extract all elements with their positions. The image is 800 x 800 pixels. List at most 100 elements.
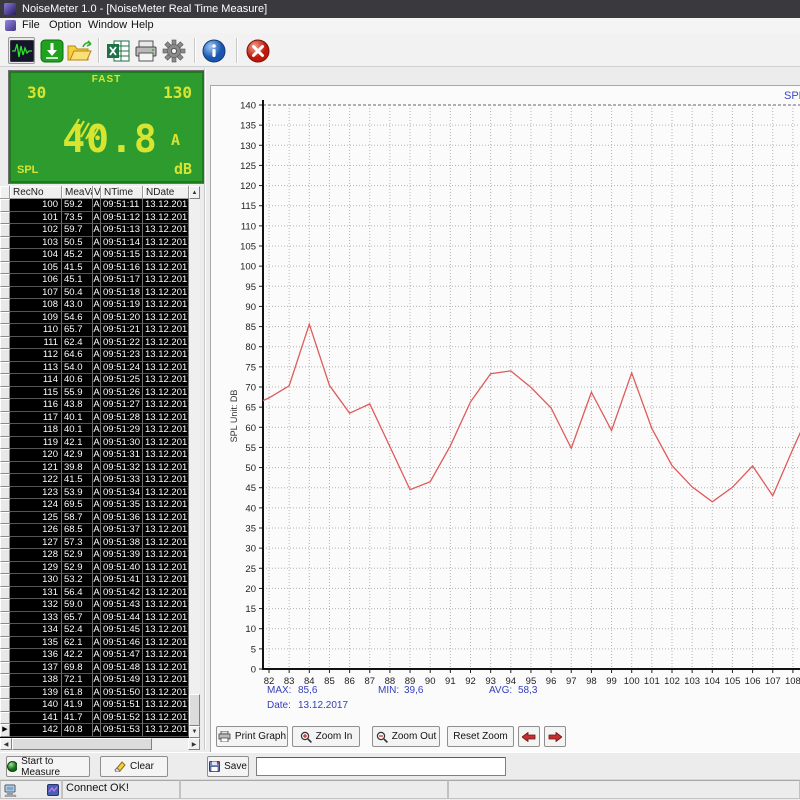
table-row[interactable]: 13562.1A09:51:4613.12.2017 xyxy=(0,637,189,650)
row-selector[interactable] xyxy=(0,474,10,487)
row-selector[interactable] xyxy=(0,699,10,712)
table-row[interactable]: 13259.0A09:51:4313.12.2017 xyxy=(0,599,189,612)
table-row[interactable]: 11162.4A09:51:2213.12.2017 xyxy=(0,337,189,350)
row-selector[interactable] xyxy=(0,562,10,575)
table-row[interactable]: 10843.0A09:51:1913.12.2017 xyxy=(0,299,189,312)
table-row[interactable]: 12952.9A09:51:4013.12.2017 xyxy=(0,562,189,575)
row-selector[interactable] xyxy=(0,487,10,500)
row-selector[interactable] xyxy=(0,599,10,612)
scroll-right-icon[interactable]: ▶ xyxy=(188,738,200,750)
table-row[interactable]: 12757.3A09:51:3813.12.2017 xyxy=(0,537,189,550)
table-row[interactable]: 10750.4A09:51:1813.12.2017 xyxy=(0,287,189,300)
open-file-button[interactable] xyxy=(66,37,93,64)
table-row[interactable]: 10541.5A09:51:1613.12.2017 xyxy=(0,262,189,275)
measure-wave-button[interactable] xyxy=(8,37,35,64)
vertical-scroll-thumb[interactable] xyxy=(189,694,200,726)
header-ndate[interactable]: NDate xyxy=(143,186,189,199)
zoom-in-button[interactable]: Zoom In xyxy=(292,726,360,747)
row-selector[interactable] xyxy=(0,687,10,700)
table-row[interactable]: 10645.1A09:51:1713.12.2017 xyxy=(0,274,189,287)
scroll-left-icon[interactable]: ◀ xyxy=(0,738,12,750)
table-row[interactable]: 12042.9A09:51:3113.12.2017 xyxy=(0,449,189,462)
start-measure-button[interactable]: Start to Measure xyxy=(6,756,90,777)
header-ntime[interactable]: NTime xyxy=(101,186,143,199)
table-row[interactable]: 13872.1A09:51:4913.12.2017 xyxy=(0,674,189,687)
table-row[interactable]: 10350.5A09:51:1413.12.2017 xyxy=(0,237,189,250)
row-selector[interactable] xyxy=(0,437,10,450)
pan-right-button[interactable] xyxy=(544,726,566,747)
row-selector[interactable] xyxy=(0,237,10,250)
row-selector[interactable] xyxy=(0,387,10,400)
table-row[interactable]: 14141.7A09:51:5213.12.2017 xyxy=(0,712,189,725)
header-recno[interactable]: RecNo xyxy=(10,186,62,199)
settings-button[interactable] xyxy=(160,37,187,64)
row-selector[interactable] xyxy=(0,362,10,375)
table-row[interactable]: 14041.9A09:51:5113.12.2017 xyxy=(0,699,189,712)
table-row[interactable]: 11942.1A09:51:3013.12.2017 xyxy=(0,437,189,450)
row-selector[interactable] xyxy=(0,612,10,625)
reset-zoom-button[interactable]: Reset Zoom xyxy=(447,726,514,747)
row-selector[interactable] xyxy=(0,624,10,637)
menu-window[interactable]: Window xyxy=(84,18,131,33)
horizontal-scroll-thumb[interactable] xyxy=(12,738,152,750)
row-selector[interactable] xyxy=(0,374,10,387)
table-row[interactable]: 12139.8A09:51:3213.12.2017 xyxy=(0,462,189,475)
excel-export-button[interactable] xyxy=(104,37,131,64)
table-row[interactable]: 12241.5A09:51:3313.12.2017 xyxy=(0,474,189,487)
table-row[interactable]: 11740.1A09:51:2813.12.2017 xyxy=(0,412,189,425)
download-record-button[interactable] xyxy=(38,37,65,64)
clear-button[interactable]: Clear xyxy=(100,756,168,777)
row-selector[interactable] xyxy=(0,262,10,275)
row-selector[interactable] xyxy=(0,412,10,425)
table-row[interactable]: 10259.7A09:51:1313.12.2017 xyxy=(0,224,189,237)
table-row[interactable]: 12558.7A09:51:3613.12.2017 xyxy=(0,512,189,525)
row-selector[interactable] xyxy=(0,649,10,662)
menu-file[interactable]: File xyxy=(18,18,44,33)
row-selector[interactable] xyxy=(0,399,10,412)
header-meaval[interactable]: MeaVal xyxy=(62,186,93,199)
row-selector[interactable] xyxy=(0,662,10,675)
row-selector[interactable] xyxy=(0,549,10,562)
row-selector[interactable] xyxy=(0,499,10,512)
table-row[interactable]: 13156.4A09:51:4213.12.2017 xyxy=(0,587,189,600)
row-selector[interactable] xyxy=(0,712,10,725)
table-row[interactable]: 11440.6A09:51:2513.12.2017 xyxy=(0,374,189,387)
table-row[interactable]: 10059.2A09:51:1113.12.2017 xyxy=(0,199,189,212)
current-row-marker[interactable]: ▶ xyxy=(0,724,10,737)
row-selector[interactable] xyxy=(0,274,10,287)
pan-left-button[interactable] xyxy=(518,726,540,747)
table-row[interactable]: 13053.2A09:51:4113.12.2017 xyxy=(0,574,189,587)
row-selector[interactable] xyxy=(0,462,10,475)
row-selector[interactable] xyxy=(0,324,10,337)
row-selector[interactable] xyxy=(0,287,10,300)
table-row[interactable]: 13452.4A09:51:4513.12.2017 xyxy=(0,624,189,637)
filename-input[interactable] xyxy=(256,757,506,776)
table-row[interactable]: 10954.6A09:51:2013.12.2017 xyxy=(0,312,189,325)
row-selector[interactable] xyxy=(0,587,10,600)
table-row[interactable]: 12469.5A09:51:3513.12.2017 xyxy=(0,499,189,512)
menu-option[interactable]: Option xyxy=(45,18,85,33)
row-selector[interactable] xyxy=(0,524,10,537)
table-row[interactable]: 11643.8A09:51:2713.12.2017 xyxy=(0,399,189,412)
table-row[interactable]: 10173.5A09:51:1213.12.2017 xyxy=(0,212,189,225)
scroll-up-icon[interactable]: ▲ xyxy=(189,186,200,199)
row-selector[interactable] xyxy=(0,512,10,525)
row-selector[interactable] xyxy=(0,674,10,687)
table-row[interactable]: 12852.9A09:51:3913.12.2017 xyxy=(0,549,189,562)
table-row[interactable]: 11840.1A09:51:2913.12.2017 xyxy=(0,424,189,437)
table-row[interactable]: 10445.2A09:51:1513.12.2017 xyxy=(0,249,189,262)
print-graph-button[interactable]: Print Graph xyxy=(216,726,288,747)
row-selector[interactable] xyxy=(0,424,10,437)
row-selector[interactable] xyxy=(0,299,10,312)
row-selector[interactable] xyxy=(0,212,10,225)
save-button[interactable]: Save xyxy=(207,756,249,777)
row-selector[interactable] xyxy=(0,199,10,212)
table-row[interactable]: 13769.8A09:51:4813.12.2017 xyxy=(0,662,189,675)
table-row[interactable]: 12353.9A09:51:3413.12.2017 xyxy=(0,487,189,500)
table-row[interactable]: 13961.8A09:51:5013.12.2017 xyxy=(0,687,189,700)
row-selector[interactable] xyxy=(0,349,10,362)
table-row[interactable]: 11264.6A09:51:2313.12.2017 xyxy=(0,349,189,362)
table-row[interactable]: 11065.7A09:51:2113.12.2017 xyxy=(0,324,189,337)
table-row[interactable]: 12668.5A09:51:3713.12.2017 xyxy=(0,524,189,537)
zoom-out-button[interactable]: Zoom Out xyxy=(372,726,440,747)
